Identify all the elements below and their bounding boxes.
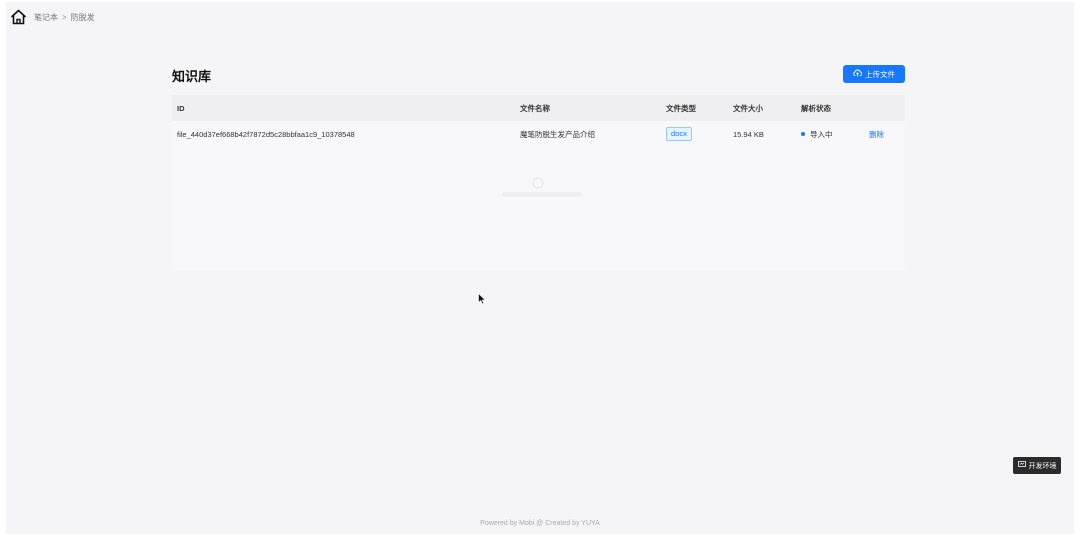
table-row: file_440d37ef668b42f7872d5c28bbfaa1c9_10… <box>172 121 905 147</box>
home-icon[interactable] <box>9 8 27 26</box>
status-text: 导入中 <box>810 129 833 139</box>
header-name: 文件名称 <box>520 103 550 113</box>
breadcrumb-current[interactable]: 防脱发 <box>71 12 95 23</box>
header-id: ID <box>177 103 185 113</box>
cloud-upload-icon <box>853 69 863 79</box>
env-badge[interactable]: 开发环境 <box>1013 457 1061 474</box>
page-title: 知识库 <box>172 69 212 84</box>
cell-file-name: 魔笔防脱生发产品介绍 <box>520 129 595 139</box>
header-type: 文件类型 <box>666 103 696 113</box>
empty-state-icon <box>532 177 544 189</box>
mouse-pointer-icon <box>478 293 486 305</box>
upload-button-label: 上传文件 <box>865 69 895 79</box>
status-dot-icon <box>801 132 805 136</box>
delete-button[interactable]: 删除 <box>869 129 884 140</box>
header-status: 解析状态 <box>801 103 831 113</box>
cell-file-size: 15.94 KB <box>733 129 764 139</box>
footer: Powered by Mobi @ Created by YUYA <box>480 520 600 527</box>
upload-file-button[interactable]: 上传文件 <box>843 65 905 83</box>
env-badge-label: 开发环境 <box>1028 462 1057 470</box>
cell-status: 导入中 <box>801 129 833 140</box>
file-type-tag: docx <box>666 127 692 141</box>
breadcrumb-bar: 笔记本 > 防脱发 <box>9 8 95 26</box>
table-header: ID 文件名称 文件类型 文件大小 解析状态 <box>172 95 905 121</box>
header-size: 文件大小 <box>733 103 763 113</box>
breadcrumb-notebook[interactable]: 笔记本 <box>34 12 58 23</box>
empty-state-placeholder <box>502 192 582 197</box>
cell-file-type: docx <box>666 127 692 141</box>
cell-file-id: file_440d37ef668b42f7872d5c28bbfaa1c9_10… <box>177 129 355 139</box>
app-window: 笔记本 > 防脱发 知识库 上传文件 ID 文件名称 文件类型 文件大小 解析状… <box>6 2 1074 534</box>
breadcrumb-separator: > <box>62 12 67 22</box>
monitor-icon <box>1017 461 1026 470</box>
status-badge: 导入中 <box>801 129 833 140</box>
breadcrumb: 笔记本 > 防脱发 <box>34 12 95 23</box>
file-table: ID 文件名称 文件类型 文件大小 解析状态 file_440d37ef668b… <box>172 95 905 270</box>
